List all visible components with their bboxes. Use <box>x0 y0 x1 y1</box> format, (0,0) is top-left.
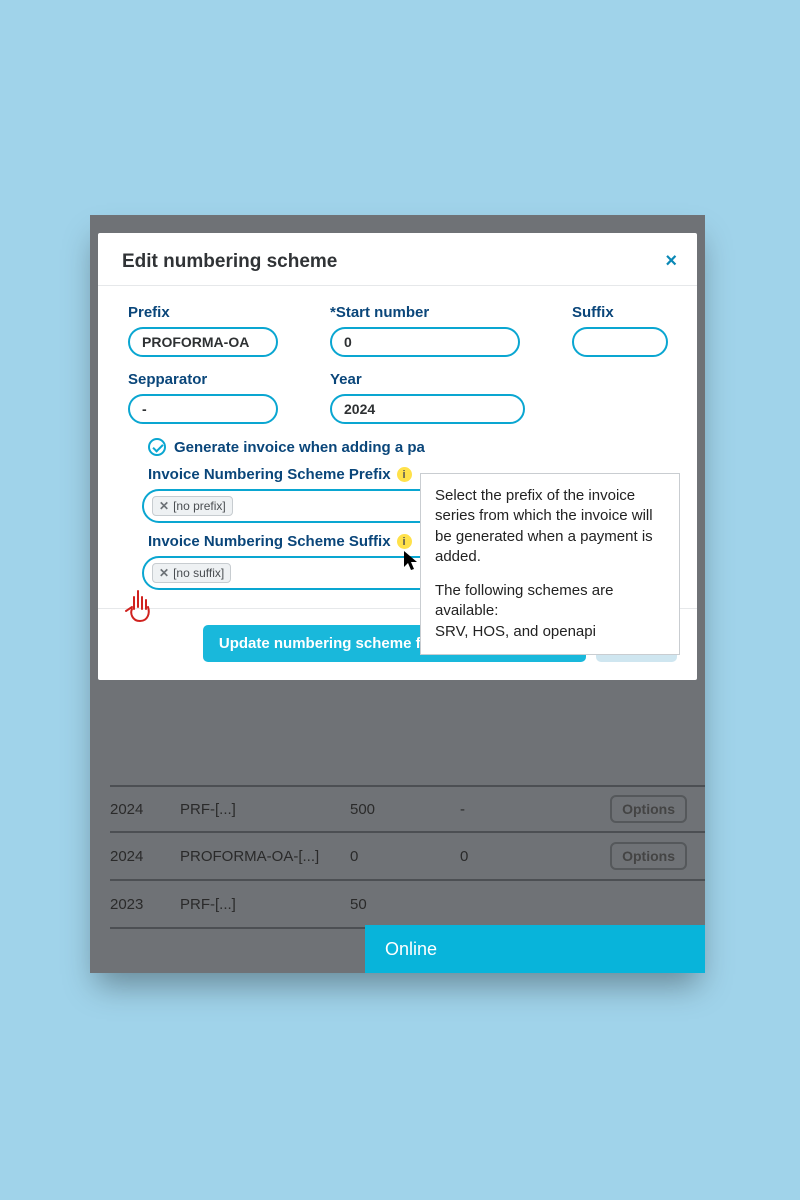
suffix-label: Suffix <box>572 304 668 321</box>
cell-name: PRF-[...] <box>180 896 350 913</box>
tag-chip-no-suffix[interactable]: ✕ [no suffix] <box>152 563 231 583</box>
tooltip-text: SRV, HOS, and openapi <box>435 623 596 640</box>
cell-a: 50 <box>350 896 460 913</box>
field-start-number: *Start number <box>330 304 520 357</box>
cell-year: 2024 <box>110 848 180 865</box>
generate-invoice-label: Generate invoice when adding a pa <box>174 439 425 456</box>
cell-name: PROFORMA-OA-[...] <box>180 848 350 865</box>
start-number-label: *Start number <box>330 304 520 321</box>
chip-text: [no prefix] <box>173 499 226 513</box>
edit-numbering-scheme-modal: Edit numbering scheme × Prefix *Start nu… <box>98 233 697 680</box>
table-row: 2024 PRF-[...] 500 - Options <box>110 785 705 833</box>
table-row: 2023 PRF-[...] 50 <box>110 881 705 929</box>
close-icon[interactable]: × <box>665 251 677 271</box>
cell-year: 2023 <box>110 896 180 913</box>
prefix-input[interactable] <box>128 327 278 357</box>
tooltip-text: Select the prefix of the invoice series … <box>435 486 665 567</box>
modal-title: Edit numbering scheme <box>122 251 337 273</box>
suffix-input[interactable] <box>572 327 668 357</box>
info-icon[interactable]: i <box>397 467 412 482</box>
table-row: 2024 PROFORMA-OA-[...] 0 0 Options <box>110 833 705 881</box>
app-window: 2024 PRF-[...] 500 - Options 2024 PROFOR… <box>90 215 705 973</box>
cell-year: 2024 <box>110 801 180 818</box>
remove-chip-icon[interactable]: ✕ <box>159 566 169 580</box>
info-tooltip: Select the prefix of the invoice series … <box>420 473 680 655</box>
options-button[interactable]: Options <box>610 795 687 823</box>
cell-a: 0 <box>350 848 460 865</box>
online-status-banner: Online <box>365 925 705 973</box>
prefix-label: Prefix <box>128 304 278 321</box>
cell-name: PRF-[...] <box>180 801 350 818</box>
info-icon[interactable]: i <box>397 534 412 549</box>
year-label: Year <box>330 371 525 388</box>
tooltip-text: The following schemes are available: <box>435 582 613 619</box>
chip-text: [no suffix] <box>173 566 224 580</box>
arrow-cursor-icon <box>404 551 420 573</box>
online-label: Online <box>385 939 437 960</box>
cell-b: 0 <box>460 848 570 865</box>
options-button[interactable]: Options <box>610 842 687 870</box>
field-separator: Sepparator <box>128 371 278 424</box>
remove-chip-icon[interactable]: ✕ <box>159 499 169 513</box>
generate-invoice-toggle[interactable]: Generate invoice when adding a pa <box>148 438 667 456</box>
background-table: 2024 PRF-[...] 500 - Options 2024 PROFOR… <box>110 785 705 929</box>
modal-header: Edit numbering scheme × <box>98 233 697 286</box>
field-prefix: Prefix <box>128 304 278 357</box>
scheme-prefix-text: Invoice Numbering Scheme Prefix <box>148 466 391 483</box>
start-number-input[interactable] <box>330 327 520 357</box>
cell-a: 500 <box>350 801 460 818</box>
separator-label: Sepparator <box>128 371 278 388</box>
hand-cursor-icon <box>120 587 156 627</box>
scheme-suffix-text: Invoice Numbering Scheme Suffix <box>148 533 391 550</box>
field-year: Year <box>330 371 525 424</box>
tag-chip-no-prefix[interactable]: ✕ [no prefix] <box>152 496 233 516</box>
field-suffix: Suffix <box>572 304 668 357</box>
separator-input[interactable] <box>128 394 278 424</box>
check-circle-icon <box>148 438 166 456</box>
cell-b: - <box>460 801 570 818</box>
year-input[interactable] <box>330 394 525 424</box>
